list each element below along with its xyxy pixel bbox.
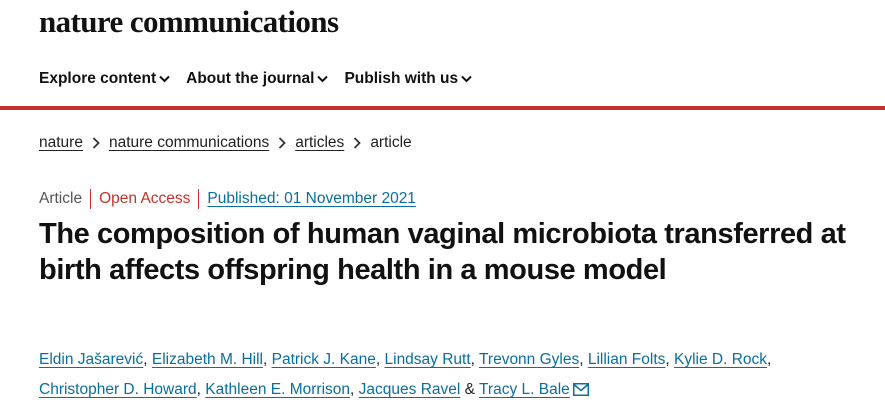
author-list: Eldin Jašarević, Elizabeth M. Hill, Patr… bbox=[39, 345, 869, 407]
author-separator: , bbox=[350, 381, 355, 398]
author-separator: , bbox=[196, 381, 201, 398]
nav-about-the-journal-label: About the journal bbox=[186, 70, 315, 87]
author-link[interactable]: Kylie D. Rock bbox=[674, 351, 767, 368]
author-link[interactable]: Eldin Jašarević bbox=[39, 351, 143, 368]
author-link[interactable]: Lillian Folts bbox=[588, 351, 666, 368]
main-nav: Explore content About the journal Publis… bbox=[39, 70, 472, 88]
chevron-right-icon bbox=[353, 137, 362, 149]
author-separator: , bbox=[143, 351, 148, 368]
author-separator: , bbox=[263, 351, 268, 368]
article-type: Article bbox=[39, 190, 83, 207]
breadcrumb-articles[interactable]: articles bbox=[295, 134, 344, 152]
nav-explore-content[interactable]: Explore content bbox=[39, 70, 170, 88]
author-link[interactable]: Lindsay Rutt bbox=[385, 351, 471, 368]
breadcrumb-current: article bbox=[370, 134, 412, 151]
author-link[interactable]: Elizabeth M. Hill bbox=[152, 351, 263, 368]
open-access-label: Open Access bbox=[99, 190, 191, 207]
author-link[interactable]: Jacques Ravel bbox=[359, 381, 461, 398]
author-link[interactable]: Trevonn Gyles bbox=[479, 351, 579, 368]
author-ampersand: & bbox=[464, 381, 475, 398]
meta-divider bbox=[198, 189, 200, 209]
article-meta: Article Open Access Published: 01 Novemb… bbox=[39, 189, 416, 209]
nav-publish-with-us-label: Publish with us bbox=[344, 70, 459, 87]
author-link[interactable]: Christopher D. Howard bbox=[39, 381, 197, 398]
chevron-down-icon bbox=[159, 75, 170, 83]
author-link[interactable]: Tracy L. Bale bbox=[479, 381, 570, 398]
breadcrumb-nature-communications[interactable]: nature communications bbox=[109, 134, 269, 152]
breadcrumb: nature nature communications articles ar… bbox=[39, 134, 412, 152]
author-link[interactable]: Patrick J. Kane bbox=[272, 351, 376, 368]
author-link[interactable]: Kathleen E. Morrison bbox=[205, 381, 350, 398]
author-separator: , bbox=[579, 351, 584, 368]
nav-explore-content-label: Explore content bbox=[39, 70, 157, 87]
article-title: The composition of human vaginal microbi… bbox=[39, 218, 846, 286]
accent-divider bbox=[0, 106, 885, 110]
author-separator: , bbox=[470, 351, 475, 368]
meta-divider bbox=[90, 189, 92, 209]
author-separator: , bbox=[375, 351, 381, 368]
chevron-down-icon bbox=[317, 75, 329, 83]
envelope-icon[interactable] bbox=[572, 377, 589, 407]
chevron-down-icon bbox=[461, 75, 472, 83]
breadcrumb-nature[interactable]: nature bbox=[39, 134, 83, 152]
published-date-link[interactable]: Published: 01 November 2021 bbox=[207, 190, 416, 208]
site-logo[interactable]: nature communications bbox=[39, 4, 339, 40]
nav-publish-with-us[interactable]: Publish with us bbox=[344, 70, 472, 88]
chevron-right-icon bbox=[92, 137, 100, 149]
nav-about-the-journal[interactable]: About the journal bbox=[186, 70, 329, 88]
chevron-right-icon bbox=[278, 137, 286, 149]
author-separator: , bbox=[767, 351, 772, 368]
author-separator: , bbox=[665, 351, 670, 368]
